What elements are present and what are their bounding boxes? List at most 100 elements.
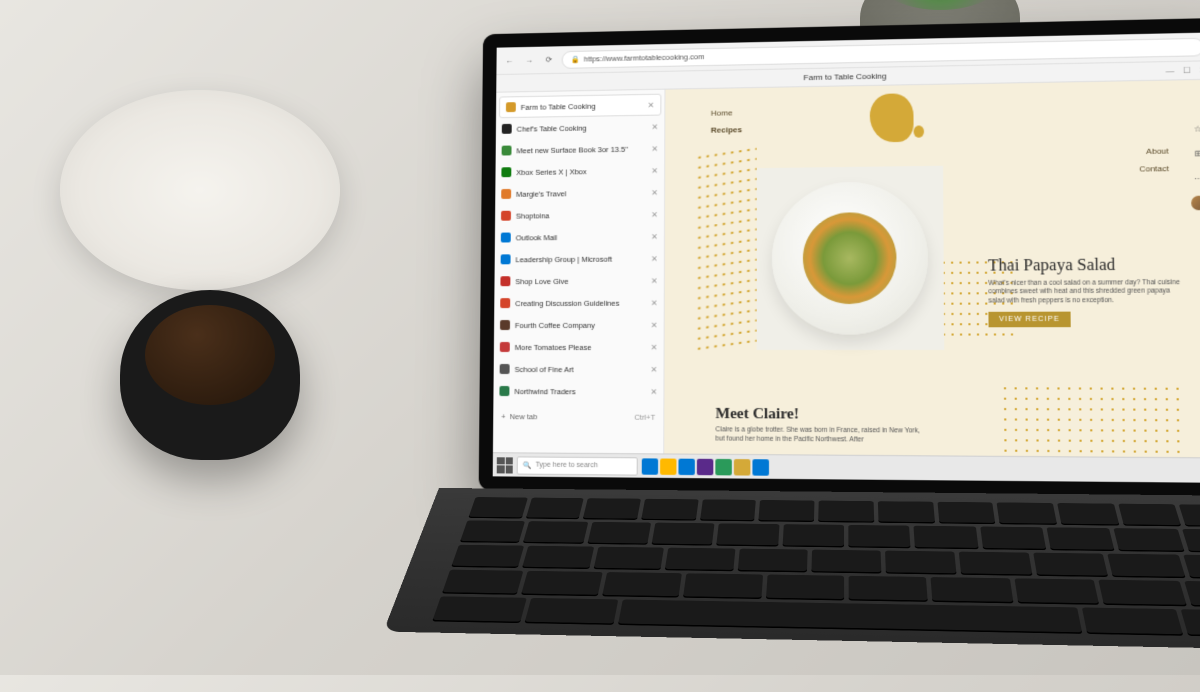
vertical-tab[interactable]: Fourth Coffee Company ✕ <box>494 314 664 336</box>
vertical-tab[interactable]: Meet new Surface Book 3or 13.5" ✕ <box>496 137 665 161</box>
back-button[interactable]: ← <box>502 54 516 68</box>
tab-label: School of Fine Art <box>515 365 646 374</box>
browser-side-panel: ☆ ⊞ ⋯ <box>1190 121 1200 210</box>
maximize-button[interactable]: ☐ <box>1183 66 1191 75</box>
tab-label: More Tomatoes Please <box>515 342 646 351</box>
desk-coffee-cup <box>120 290 300 460</box>
close-tab-icon[interactable]: ✕ <box>651 166 658 175</box>
taskbar-app-icon[interactable] <box>678 458 694 474</box>
nav-contact[interactable]: Contact <box>1139 164 1169 174</box>
close-tab-icon[interactable]: ✕ <box>651 232 658 241</box>
favicon <box>500 276 510 286</box>
favicon <box>499 386 509 396</box>
tab-label: Chef's Table Cooking <box>517 122 647 133</box>
close-tab-icon[interactable]: ✕ <box>648 100 655 109</box>
vertical-tab[interactable]: Shoptoina ✕ <box>495 203 664 226</box>
close-tab-icon[interactable]: ✕ <box>651 210 658 219</box>
recipe-title: Thai Papaya Salad <box>988 256 1181 276</box>
vertical-tab[interactable]: Chef's Table Cooking ✕ <box>496 115 665 139</box>
forward-button[interactable]: → <box>522 53 536 67</box>
site-nav-right: About Contact <box>1139 146 1169 181</box>
favicon <box>506 102 516 112</box>
page-title: Farm to Table Cooking <box>804 72 887 83</box>
minimize-button[interactable]: — <box>1166 66 1175 75</box>
close-tab-icon[interactable]: ✕ <box>651 342 658 351</box>
profile-avatar[interactable] <box>1191 196 1200 211</box>
refresh-button[interactable]: ⟳ <box>542 53 556 67</box>
vertical-tab[interactable]: Xbox Series X | Xbox ✕ <box>495 159 664 183</box>
site-nav-left: Home Recipes <box>711 108 742 142</box>
tab-label: Outlook Mail <box>516 232 646 242</box>
search-placeholder: Type here to search <box>535 462 597 470</box>
taskbar-app-icon[interactable] <box>752 459 769 476</box>
view-recipe-button[interactable]: VIEW RECIPE <box>988 312 1070 328</box>
tab-label: Fourth Coffee Company <box>515 320 646 329</box>
tab-label: Meet new Surface Book 3or 13.5" <box>516 144 646 155</box>
laptop-bezel: ← → ⟳ 🔒 https://www.farmtotablecooking.c… <box>479 18 1200 498</box>
taskbar: 🔍 Type here to search <box>493 452 1200 483</box>
close-tab-icon[interactable]: ✕ <box>651 144 658 153</box>
site-logo[interactable] <box>870 93 933 151</box>
favicon <box>500 364 510 374</box>
close-tab-icon[interactable]: ✕ <box>651 298 658 307</box>
taskbar-app-icon[interactable] <box>660 458 676 474</box>
favicon <box>500 320 510 330</box>
close-tab-icon[interactable]: ✕ <box>651 188 658 197</box>
start-button[interactable] <box>497 457 513 473</box>
tab-label: Leadership Group | Microsoft <box>515 254 645 264</box>
vertical-tab[interactable]: School of Fine Art ✕ <box>494 358 664 380</box>
meet-section: Meet Claire! Claire is a globe trotter. … <box>715 406 923 445</box>
favicon <box>500 298 510 308</box>
nav-home[interactable]: Home <box>711 108 742 117</box>
taskbar-app-icon[interactable] <box>715 458 731 474</box>
vertical-tab[interactable]: Leadership Group | Microsoft ✕ <box>495 247 664 270</box>
new-tab-button[interactable]: + New tabCtrl+T <box>493 406 663 428</box>
meet-body: Claire is a globe trotter. She was born … <box>715 426 923 445</box>
vertical-tab[interactable]: Farm to Table Cooking ✕ <box>499 94 661 118</box>
favicon <box>501 233 511 243</box>
collections-icon[interactable]: ⊞ <box>1190 146 1200 161</box>
favicon <box>500 342 510 352</box>
close-tab-icon[interactable]: ✕ <box>650 387 657 396</box>
vertical-tab[interactable]: Margie's Travel ✕ <box>495 181 664 205</box>
vertical-tab[interactable]: Creating Discussion Guidelines✕ <box>494 292 664 315</box>
favicon <box>501 189 511 199</box>
screen: ← → ⟳ 🔒 https://www.farmtotablecooking.c… <box>493 33 1200 483</box>
taskbar-search[interactable]: 🔍 Type here to search <box>517 456 638 475</box>
close-tab-icon[interactable]: ✕ <box>651 365 658 374</box>
vertical-tab[interactable]: Outlook Mail ✕ <box>495 225 664 248</box>
address-text: https://www.farmtotablecooking.com <box>584 52 704 63</box>
search-icon: 🔍 <box>523 461 532 469</box>
taskbar-app-icon[interactable] <box>697 458 713 474</box>
tab-label: Farm to Table Cooking <box>521 100 643 111</box>
page-viewport[interactable]: Home Recipes About Contact <box>664 80 1200 458</box>
tab-label: Shoptoina <box>516 210 646 220</box>
favicon <box>501 254 511 264</box>
vertical-tab[interactable]: More Tomatoes Please ✕ <box>494 336 664 358</box>
tab-label: Shop Love Give <box>515 276 646 286</box>
nav-about[interactable]: About <box>1139 146 1169 156</box>
favicon <box>502 146 512 156</box>
favicon <box>501 167 511 177</box>
taskbar-app-icon[interactable] <box>734 459 751 476</box>
tab-label: Margie's Travel <box>516 188 646 198</box>
vertical-tab[interactable]: Shop Love Give ✕ <box>494 269 663 292</box>
vertical-tab[interactable]: Northwind Traders✕ <box>493 380 663 403</box>
nav-recipes[interactable]: Recipes <box>711 125 742 134</box>
taskbar-app-icon[interactable] <box>642 458 658 474</box>
close-tab-icon[interactable]: ✕ <box>651 122 658 131</box>
favorites-icon[interactable]: ☆ <box>1190 121 1200 136</box>
recipe-image <box>757 166 945 350</box>
settings-icon[interactable]: ⋯ <box>1191 171 1200 186</box>
decoration-dots-left <box>695 144 757 354</box>
vertical-tabs-panel: Farm to Table Cooking✕Chef's Table Cooki… <box>493 90 666 454</box>
close-tab-icon[interactable]: ✕ <box>651 254 658 263</box>
close-tab-icon[interactable]: ✕ <box>651 276 658 285</box>
desk-plate <box>60 90 340 290</box>
chicken-icon <box>870 93 914 142</box>
close-tab-icon[interactable]: ✕ <box>651 320 658 329</box>
favicon <box>501 211 511 221</box>
meet-heading: Meet Claire! <box>715 406 923 424</box>
author-photo <box>1000 383 1184 457</box>
tab-label: Xbox Series X | Xbox <box>516 166 646 177</box>
